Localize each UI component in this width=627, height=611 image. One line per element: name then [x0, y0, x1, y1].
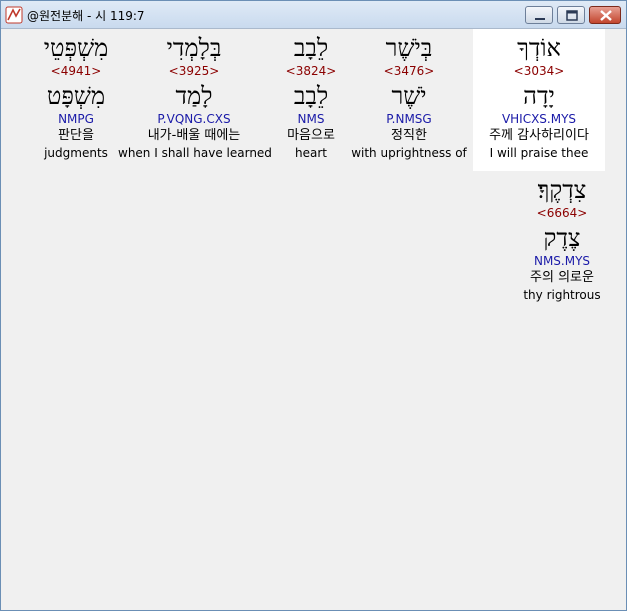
- word-cell[interactable]: צִדְקֶךָ׃ <6664> צֶדֶק NMS.MYS 주의 의로운 th…: [496, 171, 627, 313]
- hebrew-word: בְּלָמְדִי: [166, 34, 222, 62]
- app-window: @원전분해 - 시 119:7 אוֹדְךָ <3034> יָדָה VHI…: [0, 0, 627, 611]
- english-gloss: thy rightrous: [523, 288, 601, 302]
- morphology-code: P.VQNG.CXS: [157, 112, 231, 126]
- word-analysis-panel: אוֹדְךָ <3034> יָדָה VHICXS.MYS 주께 감사하리이…: [2, 29, 625, 609]
- english-gloss: when I shall have learned: [118, 146, 272, 160]
- hebrew-word: אוֹדְךָ: [517, 34, 561, 62]
- korean-gloss: 주의 의로운: [530, 270, 594, 285]
- close-button[interactable]: [589, 6, 621, 24]
- korean-gloss: 주께 감사하리이다: [489, 128, 589, 143]
- hebrew-word: צִדְקֶךָ׃: [537, 176, 587, 204]
- hebrew-word: מִשְׁפְּטֵי: [43, 34, 109, 62]
- morphology-code: VHICXS.MYS: [501, 112, 577, 126]
- morphology-code: NMPG: [58, 112, 94, 126]
- hebrew-lemma: יָדָה: [523, 82, 555, 110]
- window-title: @원전분해 - 시 119:7: [27, 9, 145, 23]
- maximize-button[interactable]: [557, 6, 585, 24]
- strong-number[interactable]: <3034>: [473, 63, 605, 79]
- hebrew-lemma: צֶדֶק: [543, 224, 581, 252]
- minimize-button[interactable]: [525, 6, 553, 24]
- app-icon: [5, 6, 23, 24]
- minimize-icon: [535, 18, 545, 20]
- word-cell[interactable]: אוֹדְךָ <3034> יָדָה VHICXS.MYS 주께 감사하리이…: [473, 29, 605, 171]
- hebrew-lemma: מִשְׁפָּט: [46, 82, 106, 110]
- strong-number[interactable]: <3925>: [118, 63, 270, 79]
- korean-gloss: 판단을: [58, 128, 94, 143]
- strong-number[interactable]: <6664>: [496, 205, 627, 221]
- close-icon: [600, 10, 612, 21]
- hebrew-lemma: לָמַד: [175, 82, 213, 110]
- word-cell[interactable]: בְּלָמְדִי <3925> לָמַד P.VQNG.CXS 내가-배울…: [118, 29, 272, 171]
- english-gloss: judgments: [44, 146, 108, 160]
- title-bar[interactable]: @원전분해 - 시 119:7: [1, 1, 626, 29]
- morphology-code: NMS.MYS: [533, 254, 591, 268]
- strong-number[interactable]: <4941>: [16, 63, 136, 79]
- word-cell[interactable]: מִשְׁפְּטֵי <4941> מִשְׁפָּט NMPG 판단을 ju…: [16, 29, 136, 171]
- korean-gloss: 내가-배울 때에는: [147, 128, 241, 143]
- english-gloss: I will praise thee: [489, 146, 589, 160]
